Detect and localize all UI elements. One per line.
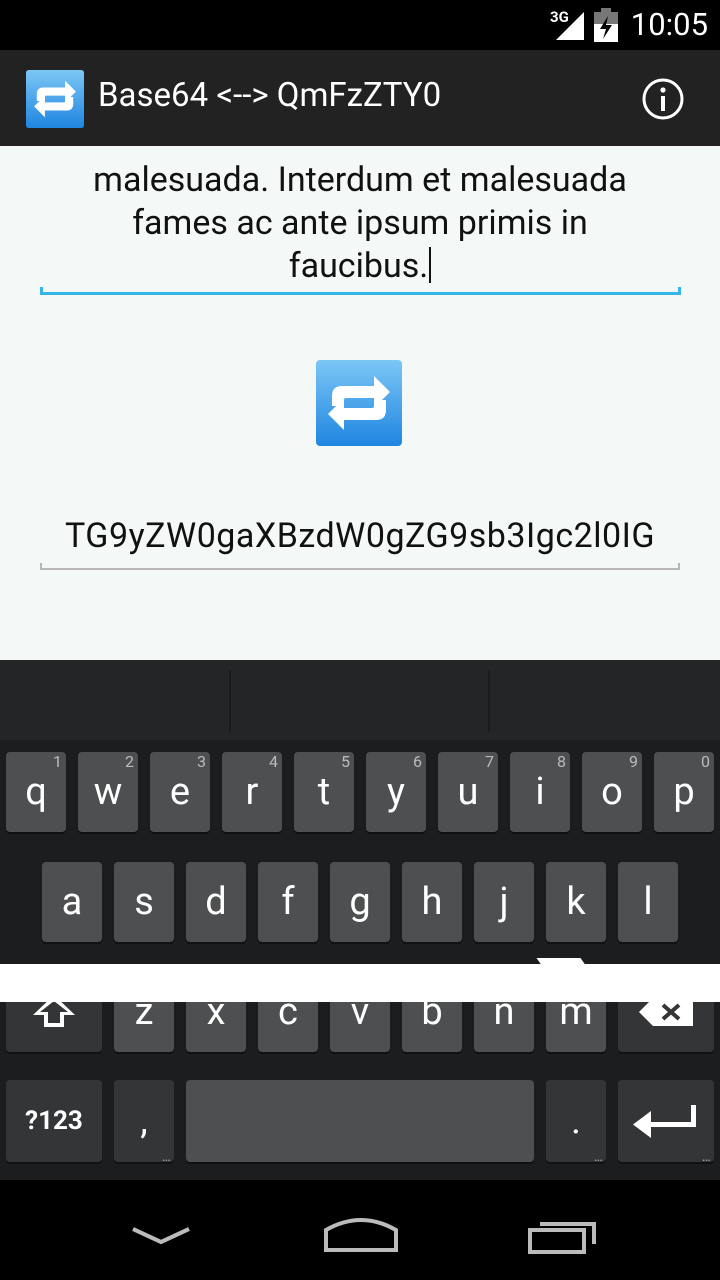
key-hint: 8 [557, 752, 566, 771]
key-label: . [570, 1099, 582, 1143]
comma-key[interactable]: , ... [114, 1080, 174, 1165]
input-line: malesuada. Interdum et malesuada [93, 160, 627, 200]
key-label: p [673, 770, 695, 814]
input-line: faucibus. [288, 246, 429, 286]
plain-text-input[interactable]: malesuada. Interdum et malesuada fames a… [40, 146, 680, 296]
back-chevron-icon[interactable] [130, 1224, 192, 1248]
key-label: t [317, 770, 331, 814]
action-bar: Base64 <--> QmFzZTY0 [0, 50, 720, 146]
output-underline [40, 563, 680, 570]
key-hint: 6 [413, 752, 422, 771]
key-h[interactable]: h [402, 862, 462, 942]
key-hint: 1 [53, 752, 62, 771]
key-j[interactable]: j [474, 862, 534, 942]
status-bar: 3G 10:05 [0, 0, 720, 50]
key-hint: 9 [629, 752, 638, 771]
battery-icon [594, 8, 618, 42]
signal-icon [556, 12, 584, 40]
base64-output-field[interactable]: TG9yZW0gaXBzdW0gZG9sb3Igc2l0IG [40, 516, 680, 566]
key-f[interactable]: f [258, 862, 318, 942]
key-hint: 7 [485, 752, 494, 771]
home-icon[interactable] [322, 1212, 400, 1254]
soft-keyboard: q1 w2 e3 r4 t5 y6 u7 i8 o9 p0 a s d f g … [0, 660, 720, 1180]
key-label: o [601, 770, 623, 814]
key-label: y [387, 770, 405, 814]
key-e[interactable]: e3 [150, 752, 210, 832]
key-label: q [25, 770, 47, 814]
key-l[interactable]: l [618, 862, 678, 942]
key-hint: 0 [701, 752, 710, 771]
period-key[interactable]: . ... [546, 1080, 606, 1165]
enter-icon [633, 1105, 696, 1138]
text-cursor [429, 247, 432, 283]
input-line: fames ac ante ipsum primis in [132, 203, 588, 243]
key-hint: 2 [125, 752, 134, 771]
key-hint: 4 [269, 752, 278, 771]
key-label: i [535, 770, 545, 814]
key-u[interactable]: u7 [438, 752, 498, 832]
key-w[interactable]: w2 [78, 752, 138, 832]
key-g[interactable]: g [330, 862, 390, 942]
symbols-key[interactable]: ?123 [6, 1080, 102, 1162]
key-k[interactable]: k [546, 862, 606, 942]
key-t[interactable]: t5 [294, 752, 354, 832]
main-content: malesuada. Interdum et malesuada fames a… [0, 146, 720, 660]
key-a[interactable]: a [42, 862, 102, 942]
more-dots: ... [593, 1149, 603, 1165]
key-label: u [457, 770, 479, 814]
key-i[interactable]: i8 [510, 752, 570, 832]
repeat-arrows-icon[interactable] [316, 360, 402, 446]
overlay-strip [0, 964, 720, 1002]
key-label: r [245, 770, 259, 814]
more-dots: ... [161, 1149, 171, 1165]
recents-icon[interactable] [526, 1216, 600, 1256]
clock: 10:05 [630, 6, 708, 43]
overlay-strip-tab [536, 958, 588, 968]
repeat-arrows-icon [26, 70, 84, 128]
navigation-bar [0, 1180, 720, 1280]
app-title: Base64 <--> QmFzZTY0 [98, 76, 442, 115]
key-s[interactable]: s [114, 862, 174, 942]
key-r[interactable]: r4 [222, 752, 282, 832]
space-key[interactable] [186, 1080, 534, 1162]
more-dots: ... [701, 1149, 711, 1165]
info-icon[interactable] [642, 78, 684, 120]
key-y[interactable]: y6 [366, 752, 426, 832]
key-hint: 3 [197, 752, 206, 771]
suggestion-strip[interactable] [0, 660, 720, 740]
input-underline [40, 287, 681, 295]
key-q[interactable]: q1 [6, 752, 66, 832]
key-label: , [140, 1099, 148, 1143]
key-o[interactable]: o9 [582, 752, 642, 832]
divider [488, 670, 490, 732]
divider [229, 670, 231, 732]
key-hint: 5 [341, 752, 350, 771]
key-p[interactable]: p0 [654, 752, 714, 832]
key-label: e [169, 770, 191, 814]
enter-key[interactable]: ... [618, 1080, 714, 1165]
key-d[interactable]: d [186, 862, 246, 942]
key-label: w [93, 770, 123, 814]
